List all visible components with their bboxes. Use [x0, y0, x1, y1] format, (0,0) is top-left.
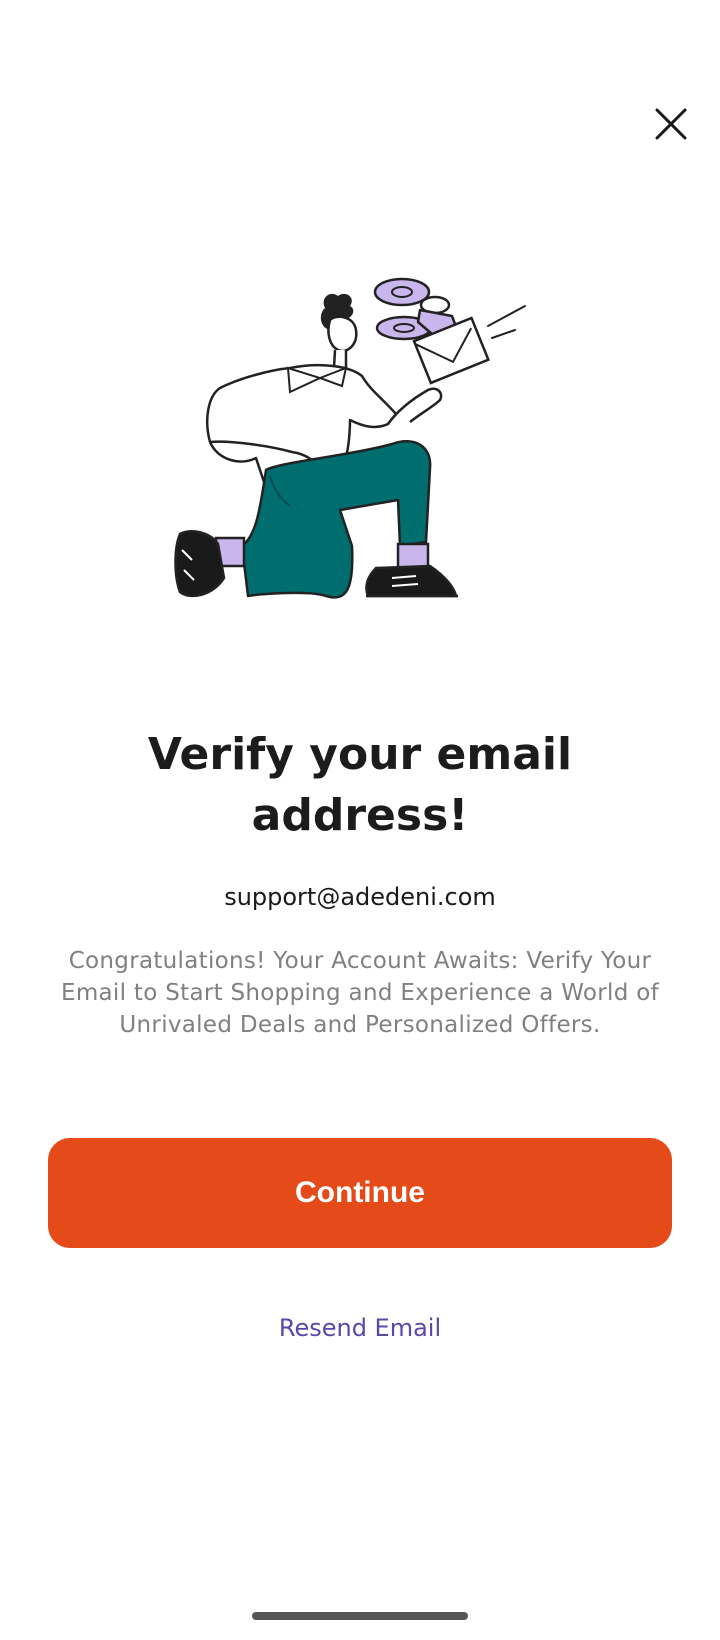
email-address: support@adedeni.com: [224, 883, 496, 911]
continue-button[interactable]: Continue: [48, 1138, 672, 1248]
email-verification-illustration: [170, 250, 550, 630]
page-title: Verify your email address!: [147, 729, 573, 841]
description-text: Congratulations! Your Account Awaits: Ve…: [61, 948, 659, 1038]
resend-email-link[interactable]: Resend Email: [160, 1308, 560, 1348]
home-indicator[interactable]: [252, 1612, 468, 1620]
close-icon: [655, 108, 687, 140]
close-button[interactable]: [651, 104, 691, 144]
drone-icon: [373, 277, 526, 385]
